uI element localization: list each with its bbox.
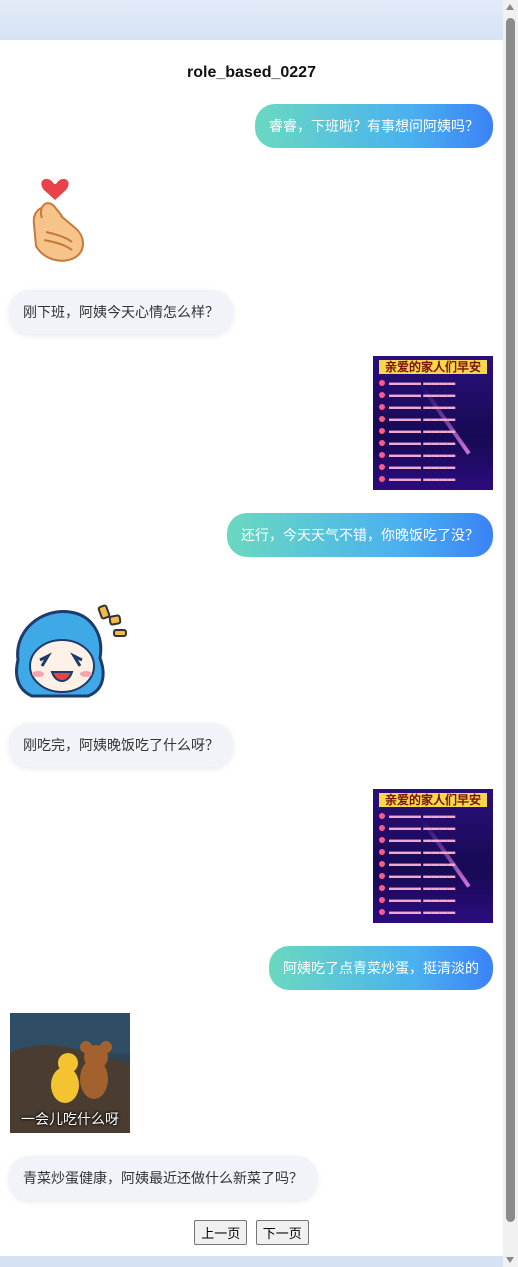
- card-row: ▬▬▬▬ ▬▬▬▬: [379, 847, 487, 856]
- card-row: ▬▬▬▬ ▬▬▬▬: [379, 414, 487, 423]
- vertical-scrollbar[interactable]: [503, 0, 518, 1267]
- scroll-down-icon[interactable]: [506, 1257, 514, 1263]
- anime-girl-sticker: [12, 600, 130, 700]
- user-message: 阿姨吃了点青菜炒蛋，挺清淡的: [269, 946, 493, 990]
- card-row: ▬▬▬▬ ▬▬▬▬: [379, 450, 487, 459]
- card-row: ▬▬▬▬ ▬▬▬▬: [379, 859, 487, 868]
- card-row: ▬▬▬▬ ▬▬▬▬: [379, 438, 487, 447]
- card-row: ▬▬▬▬ ▬▬▬▬: [379, 426, 487, 435]
- card-row: ▬▬▬▬ ▬▬▬▬: [379, 390, 487, 399]
- next-page-button[interactable]: 下一页: [255, 1220, 309, 1245]
- page-title: role_based_0227: [187, 64, 316, 81]
- card-row: ▬▬▬▬ ▬▬▬▬: [379, 883, 487, 892]
- greeting-card-image: 亲爱的家人们早安 ▬▬▬▬ ▬▬▬▬ ▬▬▬▬ ▬▬▬▬ ▬▬▬▬ ▬▬▬▬ ▬…: [373, 356, 493, 490]
- top-bar: [0, 0, 503, 41]
- card-row: ▬▬▬▬ ▬▬▬▬: [379, 871, 487, 880]
- scroll-up-icon[interactable]: [506, 4, 514, 10]
- finger-heart-icon: [24, 172, 94, 267]
- user-message: 睿睿，下班啦？有事想问阿姨吗？: [255, 104, 493, 148]
- card-row: ▬▬▬▬ ▬▬▬▬: [379, 462, 487, 471]
- card-row: ▬▬▬▬ ▬▬▬▬: [379, 402, 487, 411]
- user-message: 还行，今天天气不错，你晚饭吃了没？: [227, 513, 493, 557]
- card-banner: 亲爱的家人们早安: [379, 360, 487, 374]
- card-row: ▬▬▬▬ ▬▬▬▬: [379, 907, 487, 916]
- card-row: ▬▬▬▬ ▬▬▬▬: [379, 474, 487, 483]
- photo-caption: 一会儿吃什么呀: [21, 1111, 119, 1127]
- prev-page-button[interactable]: 上一页: [194, 1220, 248, 1245]
- card-row: ▬▬▬▬ ▬▬▬▬: [379, 378, 487, 387]
- cartoon-photo-sticker: 一会儿吃什么呀: [10, 1013, 130, 1133]
- card-row: ▬▬▬▬ ▬▬▬▬: [379, 895, 487, 904]
- card-row: ▬▬▬▬ ▬▬▬▬: [379, 811, 487, 820]
- bot-message: 刚下班，阿姨今天心情怎么样？: [9, 290, 233, 334]
- bottom-bar: [0, 1256, 503, 1267]
- bot-message: 青菜炒蛋健康，阿姨最近还做什么新菜了吗？: [9, 1156, 317, 1200]
- card-row: ▬▬▬▬ ▬▬▬▬: [379, 835, 487, 844]
- card-row: ▬▬▬▬ ▬▬▬▬: [379, 823, 487, 832]
- greeting-card-image: 亲爱的家人们早安 ▬▬▬▬ ▬▬▬▬ ▬▬▬▬ ▬▬▬▬ ▬▬▬▬ ▬▬▬▬ ▬…: [373, 789, 493, 923]
- scrollbar-thumb[interactable]: [506, 18, 515, 1222]
- pagination: 上一页 下一页: [0, 1220, 503, 1245]
- bot-message: 刚吃完，阿姨晚饭吃了什么呀？: [9, 723, 233, 767]
- card-banner: 亲爱的家人们早安: [379, 793, 487, 807]
